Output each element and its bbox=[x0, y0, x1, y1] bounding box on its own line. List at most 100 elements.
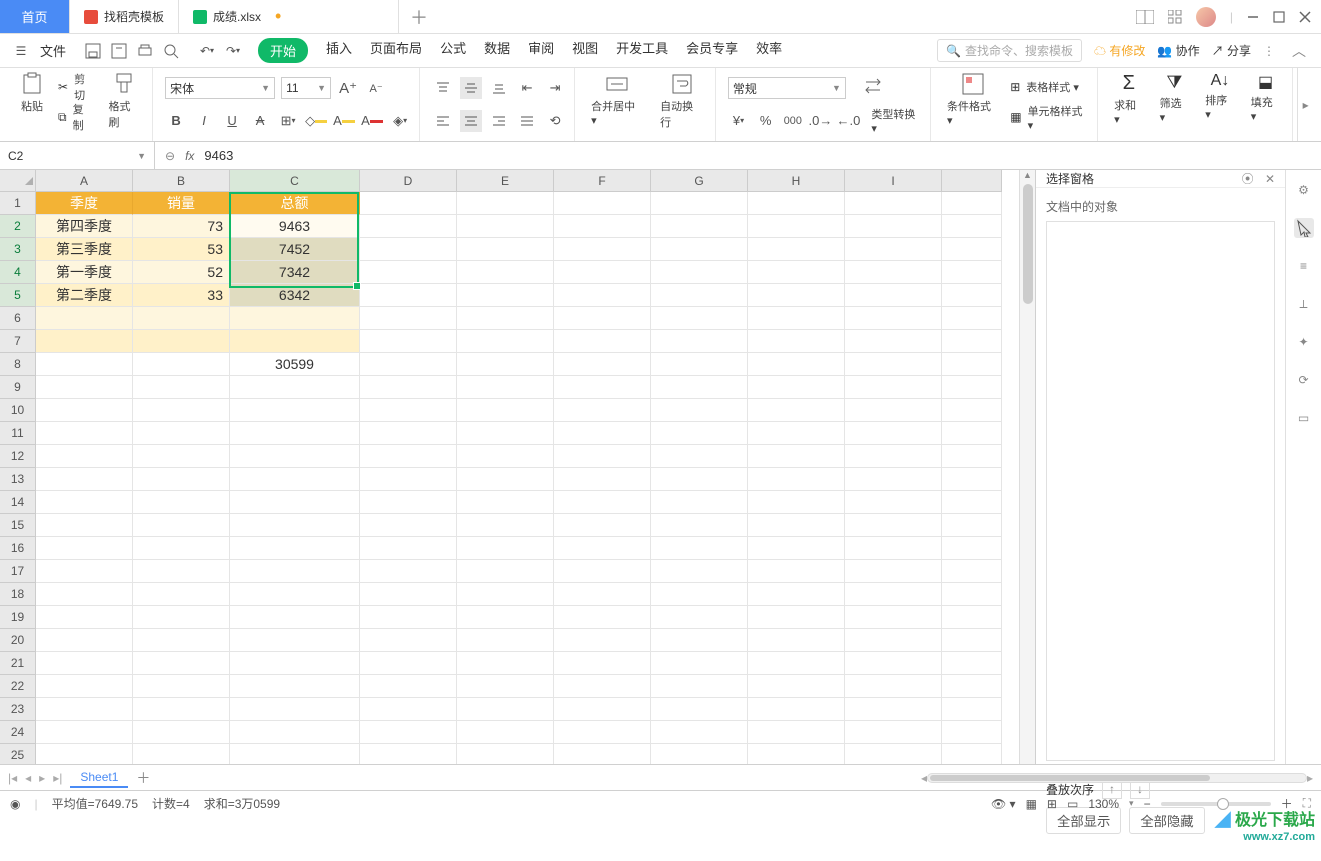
add-sheet-button[interactable]: ＋ bbox=[136, 768, 150, 788]
filter-button[interactable]: ⧩筛选 ▾ bbox=[1156, 72, 1194, 137]
cell-H3[interactable] bbox=[748, 238, 845, 261]
cell-D4[interactable] bbox=[360, 261, 457, 284]
cell-C8[interactable]: 30599 bbox=[230, 353, 360, 376]
cell-B9[interactable] bbox=[133, 376, 230, 399]
undo-button[interactable]: ↶▾ bbox=[196, 40, 218, 62]
cell-F6[interactable] bbox=[554, 307, 651, 330]
cell-A13[interactable] bbox=[36, 468, 133, 491]
col-head-H[interactable]: H bbox=[748, 170, 845, 192]
cell-H20[interactable] bbox=[748, 629, 845, 652]
italic-button[interactable]: I bbox=[193, 110, 215, 132]
row-head-2[interactable]: 2 bbox=[0, 215, 36, 238]
tab-file[interactable]: 成绩.xlsx • bbox=[179, 0, 399, 33]
cell-I9[interactable] bbox=[845, 376, 942, 399]
cell-G18[interactable] bbox=[651, 583, 748, 606]
menu-page-layout[interactable]: 页面布局 bbox=[370, 38, 422, 63]
cell-E20[interactable] bbox=[457, 629, 554, 652]
hscroll-right[interactable]: ▸ bbox=[1307, 771, 1313, 785]
row-head-22[interactable]: 22 bbox=[0, 675, 36, 698]
cell-E22[interactable] bbox=[457, 675, 554, 698]
orientation-button[interactable]: ⟲ bbox=[544, 110, 566, 132]
hamburger-icon[interactable]: ☰ bbox=[10, 40, 32, 62]
cell-I25[interactable] bbox=[845, 744, 942, 764]
cell-B15[interactable] bbox=[133, 514, 230, 537]
quick-props-icon[interactable]: ⚙ bbox=[1294, 180, 1314, 200]
cell-D22[interactable] bbox=[360, 675, 457, 698]
cell-extra-3[interactable] bbox=[942, 238, 1002, 261]
cell-E18[interactable] bbox=[457, 583, 554, 606]
cell-extra-19[interactable] bbox=[942, 606, 1002, 629]
cell-B25[interactable] bbox=[133, 744, 230, 764]
cell-H19[interactable] bbox=[748, 606, 845, 629]
row-head-1[interactable]: 1 bbox=[0, 192, 36, 215]
row-head-10[interactable]: 10 bbox=[0, 399, 36, 422]
cell-F23[interactable] bbox=[554, 698, 651, 721]
sheet-tab-1[interactable]: Sheet1 bbox=[70, 768, 128, 788]
cell-H10[interactable] bbox=[748, 399, 845, 422]
cell-B19[interactable] bbox=[133, 606, 230, 629]
formula-value[interactable]: 9463 bbox=[204, 148, 233, 163]
cell-D3[interactable] bbox=[360, 238, 457, 261]
pin-icon[interactable]: ⦿ bbox=[1242, 172, 1254, 186]
tab-template[interactable]: 找稻壳模板 bbox=[70, 0, 179, 33]
cell-C14[interactable] bbox=[230, 491, 360, 514]
sheet-nav-prev[interactable]: ◂ bbox=[25, 771, 31, 785]
cell-extra-23[interactable] bbox=[942, 698, 1002, 721]
cell-E17[interactable] bbox=[457, 560, 554, 583]
fill-button[interactable]: ⬓填充 ▾ bbox=[1247, 72, 1285, 137]
increase-font-button[interactable]: A⁺ bbox=[337, 77, 359, 99]
cell-D18[interactable] bbox=[360, 583, 457, 606]
cell-I6[interactable] bbox=[845, 307, 942, 330]
decrease-font-button[interactable]: A⁻ bbox=[365, 77, 387, 99]
cell-A4[interactable]: 第一季度 bbox=[36, 261, 133, 284]
align-center-button[interactable] bbox=[460, 110, 482, 132]
cell-C4[interactable]: 7342 bbox=[230, 261, 360, 284]
decrease-decimal-button[interactable]: ←.0 bbox=[837, 110, 859, 132]
cell-I16[interactable] bbox=[845, 537, 942, 560]
cell-I5[interactable] bbox=[845, 284, 942, 307]
cell-style-button[interactable]: ▦单元格样式 ▾ bbox=[1010, 102, 1089, 132]
cell-D8[interactable] bbox=[360, 353, 457, 376]
sum-button[interactable]: Σ求和 ▾ bbox=[1110, 72, 1148, 137]
redo-button[interactable]: ↷▾ bbox=[222, 40, 244, 62]
bold-button[interactable]: B bbox=[165, 110, 187, 132]
cell-C19[interactable] bbox=[230, 606, 360, 629]
row-head-3[interactable]: 3 bbox=[0, 238, 36, 261]
cell-B10[interactable] bbox=[133, 399, 230, 422]
cell-D25[interactable] bbox=[360, 744, 457, 764]
font-size-select[interactable]: 11▼ bbox=[281, 77, 331, 99]
cell-extra-12[interactable] bbox=[942, 445, 1002, 468]
cell-F2[interactable] bbox=[554, 215, 651, 238]
cell-H9[interactable] bbox=[748, 376, 845, 399]
sheet-nav-last[interactable]: ▸| bbox=[53, 771, 62, 785]
cell-C17[interactable] bbox=[230, 560, 360, 583]
col-head-extra[interactable] bbox=[942, 170, 1002, 192]
cell-B6[interactable] bbox=[133, 307, 230, 330]
cell-D10[interactable] bbox=[360, 399, 457, 422]
font-name-select[interactable]: 宋体▼ bbox=[165, 77, 275, 99]
cell-F24[interactable] bbox=[554, 721, 651, 744]
cell-F8[interactable] bbox=[554, 353, 651, 376]
cell-F15[interactable] bbox=[554, 514, 651, 537]
cell-B1[interactable]: 销量 bbox=[133, 192, 230, 215]
increase-indent-button[interactable]: ⇥ bbox=[544, 77, 566, 99]
cell-A23[interactable] bbox=[36, 698, 133, 721]
cell-C22[interactable] bbox=[230, 675, 360, 698]
cell-F10[interactable] bbox=[554, 399, 651, 422]
cell-extra-15[interactable] bbox=[942, 514, 1002, 537]
cell-G17[interactable] bbox=[651, 560, 748, 583]
cell-D16[interactable] bbox=[360, 537, 457, 560]
cell-H7[interactable] bbox=[748, 330, 845, 353]
cell-C11[interactable] bbox=[230, 422, 360, 445]
cell-E8[interactable] bbox=[457, 353, 554, 376]
row-head-12[interactable]: 12 bbox=[0, 445, 36, 468]
cell-F4[interactable] bbox=[554, 261, 651, 284]
cell-D6[interactable] bbox=[360, 307, 457, 330]
cell-C18[interactable] bbox=[230, 583, 360, 606]
cell-F9[interactable] bbox=[554, 376, 651, 399]
cell-B16[interactable] bbox=[133, 537, 230, 560]
cell-D9[interactable] bbox=[360, 376, 457, 399]
row-head-23[interactable]: 23 bbox=[0, 698, 36, 721]
cell-E7[interactable] bbox=[457, 330, 554, 353]
book-icon[interactable]: ▭ bbox=[1294, 408, 1314, 428]
